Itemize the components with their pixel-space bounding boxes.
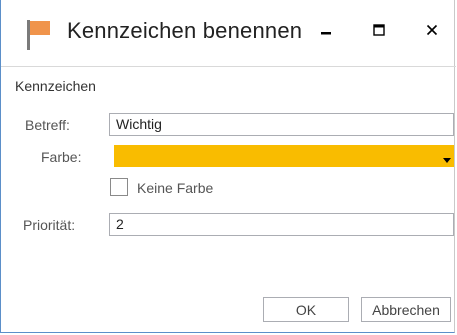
maximize-icon	[373, 23, 385, 41]
maximize-button[interactable]	[359, 14, 399, 50]
farbe-label: Farbe:	[41, 149, 82, 165]
close-icon	[426, 23, 438, 41]
flag-icon	[26, 20, 52, 50]
dialog-window: Kennzeichen benennen Kennzeichen Betreff…	[0, 0, 456, 333]
keine-farbe-checkbox[interactable]	[110, 178, 128, 196]
section-label: Kennzeichen	[15, 78, 96, 94]
ok-button[interactable]: OK	[263, 297, 349, 322]
betreff-label: Betreff:	[25, 117, 70, 133]
minimize-icon	[320, 23, 332, 41]
title-bar: Kennzeichen benennen	[1, 0, 456, 66]
prioritaet-label: Priorität:	[23, 217, 76, 233]
chevron-down-icon	[443, 158, 451, 163]
minimize-button[interactable]	[306, 14, 346, 50]
color-dropdown[interactable]	[114, 145, 454, 167]
cancel-button[interactable]: Abbrechen	[361, 297, 451, 322]
betreff-input[interactable]: Wichtig	[109, 113, 454, 136]
prioritaet-input[interactable]: 2	[109, 213, 454, 236]
window-title: Kennzeichen benennen	[67, 18, 303, 43]
keine-farbe-label: Keine Farbe	[137, 180, 214, 196]
close-button[interactable]	[412, 14, 452, 50]
title-divider	[1, 66, 456, 67]
